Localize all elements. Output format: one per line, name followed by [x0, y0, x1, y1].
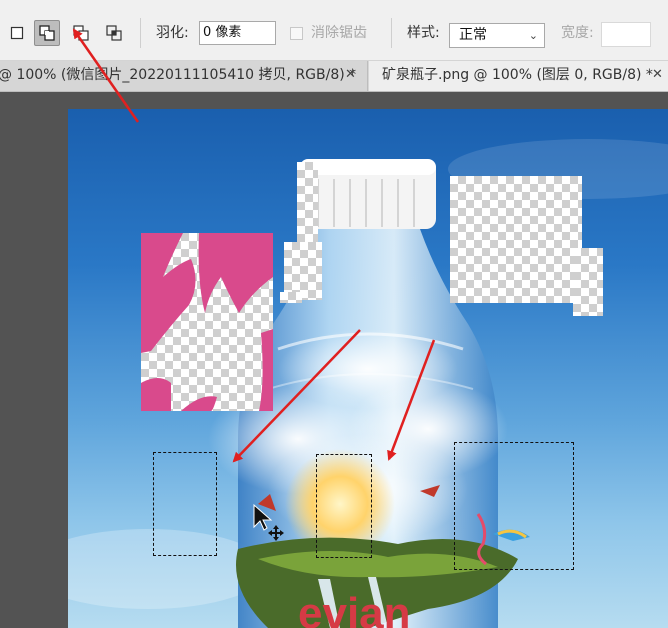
selection-marquee-1[interactable]: [153, 452, 217, 556]
intersect-with-selection-icon: [106, 25, 122, 41]
brand-text: evian: [298, 589, 411, 628]
options-bar: 羽化: 0 像素 消除锯齿 样式: 正常 ⌄ 宽度:: [0, 6, 668, 61]
selection-marquee-2[interactable]: [316, 454, 372, 558]
feather-label: 羽化:: [156, 25, 189, 41]
transparent-cutout: [450, 176, 582, 303]
style-select-value: 正常: [459, 27, 487, 43]
close-icon[interactable]: ✕: [652, 61, 663, 89]
toolbar-divider: [391, 18, 392, 48]
tab-label: 矿泉瓶子.png @ 100% (图层 0, RGB/8) *: [382, 67, 653, 83]
add-to-selection-button[interactable]: [34, 20, 60, 46]
subtract-from-selection-button[interactable]: [68, 20, 94, 46]
tab-bottle-png[interactable]: 矿泉瓶子.png @ 100% (图层 0, RGB/8) * ✕: [369, 61, 668, 91]
pink-shape: [141, 233, 273, 411]
tab-label: @ 100% (微信图片_20220111105410 拷贝, RGB/8) *: [0, 67, 357, 83]
subtract-from-selection-icon: [73, 25, 89, 41]
toolbar-divider: [140, 18, 141, 48]
transparent-cutout: [280, 292, 302, 303]
move-cursor-icon: [253, 503, 284, 541]
add-to-selection-icon: [39, 25, 55, 41]
new-selection-icon: [10, 26, 24, 40]
transparent-cutout: [573, 248, 603, 316]
tab-wechat-image[interactable]: @ 100% (微信图片_20220111105410 拷贝, RGB/8) *…: [0, 61, 368, 91]
style-label: 样式:: [407, 25, 440, 41]
style-select[interactable]: 正常 ⌄: [449, 23, 545, 48]
intersect-with-selection-button[interactable]: [101, 20, 127, 46]
close-icon[interactable]: ✕: [345, 61, 356, 89]
antialias-checkbox[interactable]: [290, 27, 303, 40]
new-selection-button[interactable]: [4, 20, 30, 46]
feather-input[interactable]: 0 像素: [199, 21, 276, 45]
transparent-cutout-pink: [141, 233, 273, 411]
width-label: 宽度:: [561, 25, 594, 41]
antialias-label: 消除锯齿: [311, 25, 367, 41]
chevron-down-icon: ⌄: [528, 29, 538, 42]
document-canvas[interactable]: evian: [68, 109, 668, 628]
width-input[interactable]: [601, 22, 651, 47]
document-tab-bar: @ 100% (微信图片_20220111105410 拷贝, RGB/8) *…: [0, 61, 668, 92]
selection-marquee-3[interactable]: [454, 442, 574, 570]
